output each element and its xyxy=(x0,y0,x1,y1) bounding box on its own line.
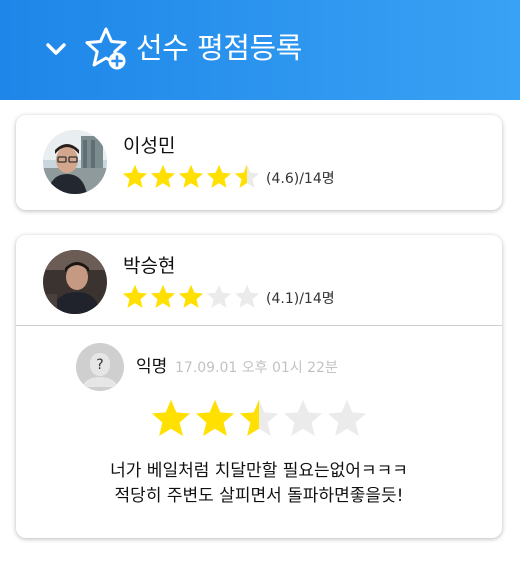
review-comment-line: 너가 베일처럼 치달만할 필요는없어ㅋㅋㅋ xyxy=(110,461,408,481)
player-name: 이성민 xyxy=(123,135,176,157)
star-icon xyxy=(151,399,191,437)
star-icon xyxy=(178,164,204,188)
player-card[interactable]: 이성민 (4.6)/14명 xyxy=(16,115,502,210)
avatar xyxy=(43,130,107,194)
page-header: 선수 평점등록 xyxy=(0,0,520,100)
star-rating xyxy=(121,283,261,311)
anonymous-user-icon: ? xyxy=(76,343,124,391)
star-icon xyxy=(206,284,232,308)
star-icon xyxy=(206,164,232,188)
review-author: 익명 xyxy=(136,357,168,377)
rating-text: (4.6)/14명 xyxy=(266,171,335,187)
page-title: 선수 평점등록 xyxy=(136,31,302,65)
player-name: 박승현 xyxy=(123,255,176,277)
star-icon xyxy=(122,284,148,308)
star-icon xyxy=(178,284,204,308)
avatar xyxy=(43,250,107,314)
star-icon xyxy=(234,284,260,308)
svg-text:?: ? xyxy=(96,357,103,373)
star-icon xyxy=(195,399,235,437)
divider xyxy=(16,325,502,326)
chevron-down-icon[interactable] xyxy=(44,37,68,61)
star-icon xyxy=(234,164,260,188)
review-comment-line: 적당히 주변도 살피면서 돌파하면좋을듯! xyxy=(114,486,404,506)
star-icon xyxy=(283,399,323,437)
review-star-rating xyxy=(149,397,369,441)
star-rating xyxy=(121,163,261,191)
star-icon xyxy=(239,399,279,437)
star-icon xyxy=(150,284,176,308)
star-icon xyxy=(150,164,176,188)
star-icon xyxy=(327,399,367,437)
rating-text: (4.1)/14명 xyxy=(266,291,335,307)
review-comment: 너가 베일처럼 치달만할 필요는없어ㅋㅋㅋ 적당히 주변도 살피면서 돌파하면좋… xyxy=(16,459,502,509)
star-icon xyxy=(122,164,148,188)
star-plus-icon xyxy=(85,27,127,70)
review-timestamp: 17.09.01 오후 01시 22분 xyxy=(175,360,338,376)
player-card[interactable]: 박승현 (4.1)/14명 ? 익명 17.09.01 오후 01시 22분 너… xyxy=(16,235,502,538)
